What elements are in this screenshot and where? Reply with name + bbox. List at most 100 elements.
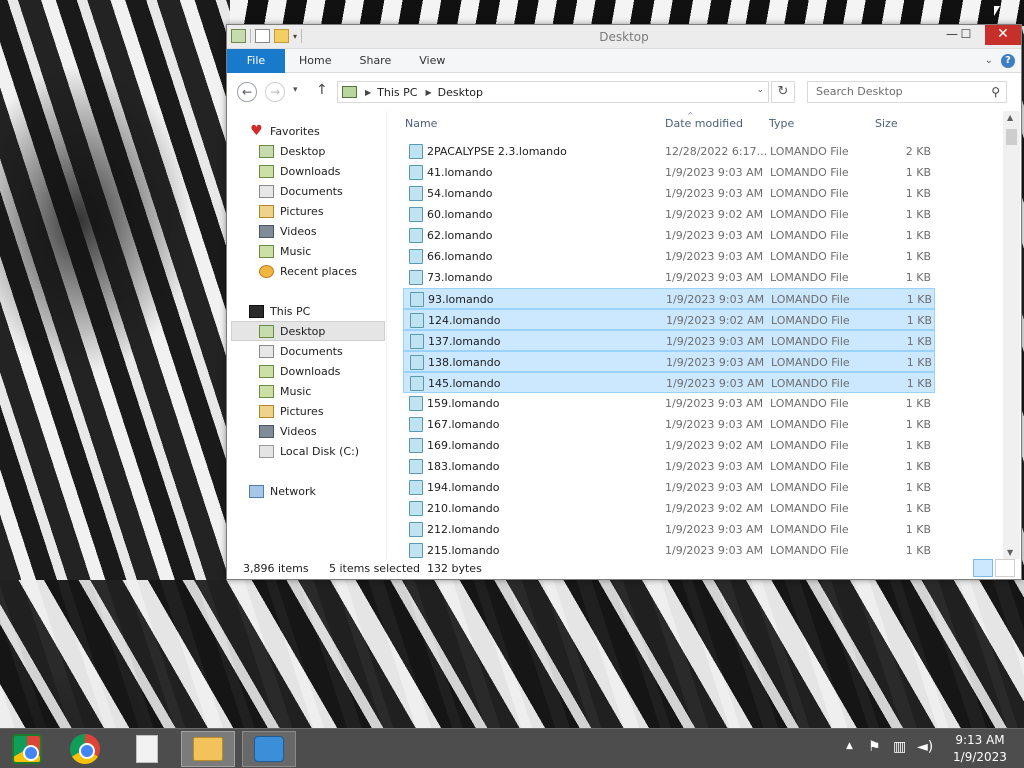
address-field[interactable]: ▶ This PC ▶ Desktop ⌄ [337,81,769,103]
nav-fav-videos[interactable]: Videos [259,221,385,241]
file-name: 124.lomando [428,314,501,327]
taskbar-file-explorer[interactable] [181,731,235,767]
nav-fav-recent-places[interactable]: Recent places [259,261,385,281]
taskbar-chrome[interactable] [58,731,112,767]
forward-button[interactable]: → [265,82,285,102]
file-size: 1 KB [905,460,931,473]
close-button[interactable]: ✕ [985,25,1021,45]
clock-date: 1/9/2023 [953,750,1007,764]
file-type: LOMANDO File [771,335,850,348]
refresh-button[interactable]: ↻ [771,81,795,103]
recent-locations-chevron-icon[interactable]: ▾ [293,85,298,95]
file-size: 1 KB [905,481,931,494]
nav-label: Videos [280,224,317,238]
file-row[interactable]: 93.lomando 1/9/2023 9:03 AM LOMANDO File 1 … [403,288,935,309]
file-date-modified: 1/9/2023 9:03 AM [665,460,764,473]
column-header-size[interactable]: Size [875,117,898,130]
file-type: LOMANDO File [770,229,849,242]
nav-pc-local-disk[interactable]: Local Disk (C:) [259,441,385,461]
file-date-modified: 1/9/2023 9:03 AM [665,523,764,536]
file-date-modified: 1/9/2023 9:03 AM [665,544,764,557]
scrollbar-thumb[interactable] [1006,129,1017,145]
nav-pc-pictures[interactable]: Pictures [259,401,385,421]
tab-share[interactable]: Share [345,49,405,73]
file-list-area[interactable]: ^ Name Date modified Type Size 2PACALYPS… [389,111,1021,559]
nav-fav-desktop[interactable]: Desktop [259,141,385,161]
nav-fav-downloads[interactable]: Downloads [259,161,385,181]
desktop-icon [259,324,274,338]
system-clock[interactable]: 9:13 AM 1/9/2023 [944,732,1016,766]
file-row[interactable]: 137.lomando 1/9/2023 9:03 AM LOMANDO File 1… [403,330,935,351]
file-row[interactable]: 183.lomando 1/9/2023 9:03 AM LOMANDO File 1… [403,456,935,477]
file-row[interactable]: 66.lomando 1/9/2023 9:03 AM LOMANDO File 1 … [403,246,935,267]
address-dropdown-chevron-icon[interactable]: ⌄ [756,85,764,95]
show-hidden-icons-arrow[interactable]: ▲ [846,741,853,768]
file-row[interactable]: 194.lomando 1/9/2023 9:03 AM LOMANDO File 1… [403,477,935,498]
breadcrumb-this-pc[interactable]: This PC [377,86,417,99]
maximize-button[interactable]: ☐ [951,25,981,45]
nav-pc-documents[interactable]: Documents [259,341,385,361]
file-size: 1 KB [905,418,931,431]
nav-fav-pictures[interactable]: Pictures [259,201,385,221]
column-header-name[interactable]: Name [405,117,437,130]
search-input[interactable]: Search Desktop ⚲ [807,81,1007,103]
nav-this-pc[interactable]: This PC [249,301,385,321]
nav-network[interactable]: Network [249,481,385,501]
nav-pc-desktop[interactable]: Desktop [231,321,385,341]
nav-fav-documents[interactable]: Documents [259,181,385,201]
tab-view[interactable]: View [405,49,459,73]
scroll-up-arrow-icon[interactable]: ▲ [1007,113,1013,122]
up-arrow-icon[interactable]: ↑ [316,82,328,98]
help-icon[interactable]: ? [1001,54,1015,68]
volume-icon[interactable]: ◄) [917,739,933,768]
file-name: 215.lomando [427,544,500,557]
file-row[interactable]: 41.lomando 1/9/2023 9:03 AM LOMANDO File 1 … [403,162,935,183]
column-header-type[interactable]: Type [769,117,794,130]
file-row[interactable]: 159.lomando 1/9/2023 9:03 AM LOMANDO File 1… [403,393,935,414]
file-row[interactable]: 124.lomando 1/9/2023 9:02 AM LOMANDO File 1… [403,309,935,330]
details-view-icon[interactable] [973,559,993,577]
file-row[interactable]: 212.lomando 1/9/2023 9:03 AM LOMANDO File 1… [403,519,935,540]
file-row[interactable]: 54.lomando 1/9/2023 9:03 AM LOMANDO File 1 … [403,183,935,204]
nav-fav-music[interactable]: Music [259,241,385,261]
file-name: 145.lomando [428,377,501,390]
file-row[interactable]: 73.lomando 1/9/2023 9:03 AM LOMANDO File 1 … [403,267,935,288]
file-name: 194.lomando [427,481,500,494]
breadcrumb-desktop[interactable]: Desktop [438,86,483,99]
tab-home[interactable]: Home [285,49,345,73]
file-row[interactable]: 169.lomando 1/9/2023 9:02 AM LOMANDO File 1… [403,435,935,456]
nav-pc-downloads[interactable]: Downloads [259,361,385,381]
nav-label: Local Disk (C:) [280,444,360,458]
vertical-scrollbar[interactable]: ▲ ▼ [1003,111,1020,559]
file-row[interactable]: 2PACALYPSE 2.3.lomando 12/28/2022 6:17...… [403,141,935,162]
tab-file[interactable]: File [227,49,285,73]
nav-label: Pictures [280,404,324,418]
lomando-file-icon [409,228,423,243]
search-icon[interactable]: ⚲ [991,82,1000,102]
file-row[interactable]: 210.lomando 1/9/2023 9:02 AM LOMANDO File 1… [403,498,935,519]
taskbar-blank-document[interactable] [120,731,174,767]
taskbar-people-app[interactable] [242,731,296,767]
file-type: LOMANDO File [770,418,849,431]
scroll-down-arrow-icon[interactable]: ▼ [1007,548,1013,557]
file-row[interactable]: 60.lomando 1/9/2023 9:02 AM LOMANDO File 1 … [403,204,935,225]
file-row[interactable]: 138.lomando 1/9/2023 9:03 AM LOMANDO File 1… [403,351,935,372]
nav-favorites[interactable]: ♥ Favorites [249,121,385,141]
file-row[interactable]: 215.lomando 1/9/2023 9:03 AM LOMANDO File 1… [403,540,935,559]
file-row[interactable]: 167.lomando 1/9/2023 9:03 AM LOMANDO File 1… [403,414,935,435]
nav-pc-music[interactable]: Music [259,381,385,401]
large-icons-view-icon[interactable] [995,559,1015,577]
network-icon[interactable]: ▥ [893,739,906,768]
expand-ribbon-chevron-icon[interactable]: ⌄ [985,55,993,66]
breadcrumb-separator-icon[interactable]: ▶ [365,88,371,97]
action-center-flag-icon[interactable]: ⚑ [868,739,881,768]
back-button[interactable]: ← [237,82,257,102]
nav-pc-videos[interactable]: Videos [259,421,385,441]
nav-label: Recent places [280,264,357,278]
breadcrumb-separator-icon[interactable]: ▶ [425,88,431,97]
column-header-date-modified[interactable]: Date modified [665,117,743,130]
taskbar-chrome-app[interactable] [0,731,54,767]
file-row[interactable]: 62.lomando 1/9/2023 9:03 AM LOMANDO File 1 … [403,225,935,246]
file-row[interactable]: 145.lomando 1/9/2023 9:03 AM LOMANDO File 1… [403,372,935,393]
title-bar[interactable]: ▾ Desktop — ☐ ✕ [227,25,1021,49]
